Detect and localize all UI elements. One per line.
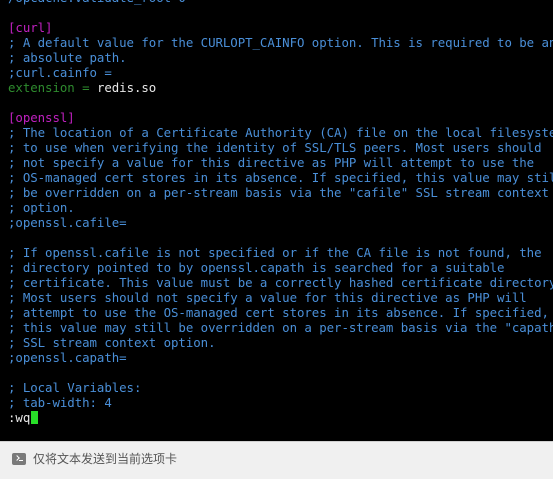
ini-comment-line: ;openssl.cafile= (8, 215, 127, 230)
ini-section-header: [openssl] (8, 110, 75, 125)
send-to-tab-icon[interactable] (12, 453, 26, 465)
ini-comment-line: ; attempt to use the OS-managed cert sto… (8, 305, 549, 320)
ini-comment-line: ; The location of a Certificate Authorit… (8, 125, 553, 140)
ini-comment-line: ; directory pointed to by openssl.capath… (8, 260, 505, 275)
ini-comment-line: ; certificate. This value must be a corr… (8, 275, 553, 290)
ini-comment-line: ; not specify a value for this directive… (8, 155, 535, 170)
ini-comment-line: ;curl.cainfo = (8, 65, 112, 80)
setting-equals: = (74, 80, 97, 95)
ini-comment-line: ;openssl.capath= (8, 350, 127, 365)
command-text: :wq (8, 410, 31, 425)
ini-comment-line: ; to use when verifying the identity of … (8, 140, 542, 155)
ini-comment-line: ; tab-width: 4 (8, 395, 112, 410)
ini-comment-line: ; absolute path. (8, 50, 127, 65)
ini-comment-line: ; this value may still be overridden on … (8, 320, 553, 335)
ini-comment-line: ; A default value for the CURLOPT_CAINFO… (8, 35, 553, 50)
setting-key: extension (8, 80, 75, 95)
ini-comment-line: /opcache.validate_root=0 (8, 0, 186, 5)
send-to-tab-label: 仅将文本发送到当前选项卡 (33, 452, 178, 466)
terminal-editor[interactable]: /opcache.validate_root=0 [curl]; A defaul… (0, 0, 553, 441)
ini-comment-line: ; option. (8, 200, 75, 215)
text-cursor (31, 411, 39, 424)
ini-comment-line: ; SSL stream context option. (8, 335, 216, 350)
ini-comment-line: ; If openssl.cafile is not specified or … (8, 245, 542, 260)
ini-section-header: [curl] (8, 20, 53, 35)
command-line[interactable]: :wq (8, 410, 39, 425)
send-to-tab-bar[interactable]: 仅将文本发送到当前选项卡 (0, 441, 553, 479)
ini-comment-line: ; Most users should not specify a value … (8, 290, 527, 305)
ini-comment-line: ; be overridden on a per-stream basis vi… (8, 185, 549, 200)
ini-comment-line: ; Local Variables: (8, 380, 142, 395)
ini-setting-line: extension = redis.so (8, 80, 156, 95)
ini-comment-line: ; OS-managed cert stores in its absence.… (8, 170, 553, 185)
setting-value: redis.so (96, 80, 157, 95)
